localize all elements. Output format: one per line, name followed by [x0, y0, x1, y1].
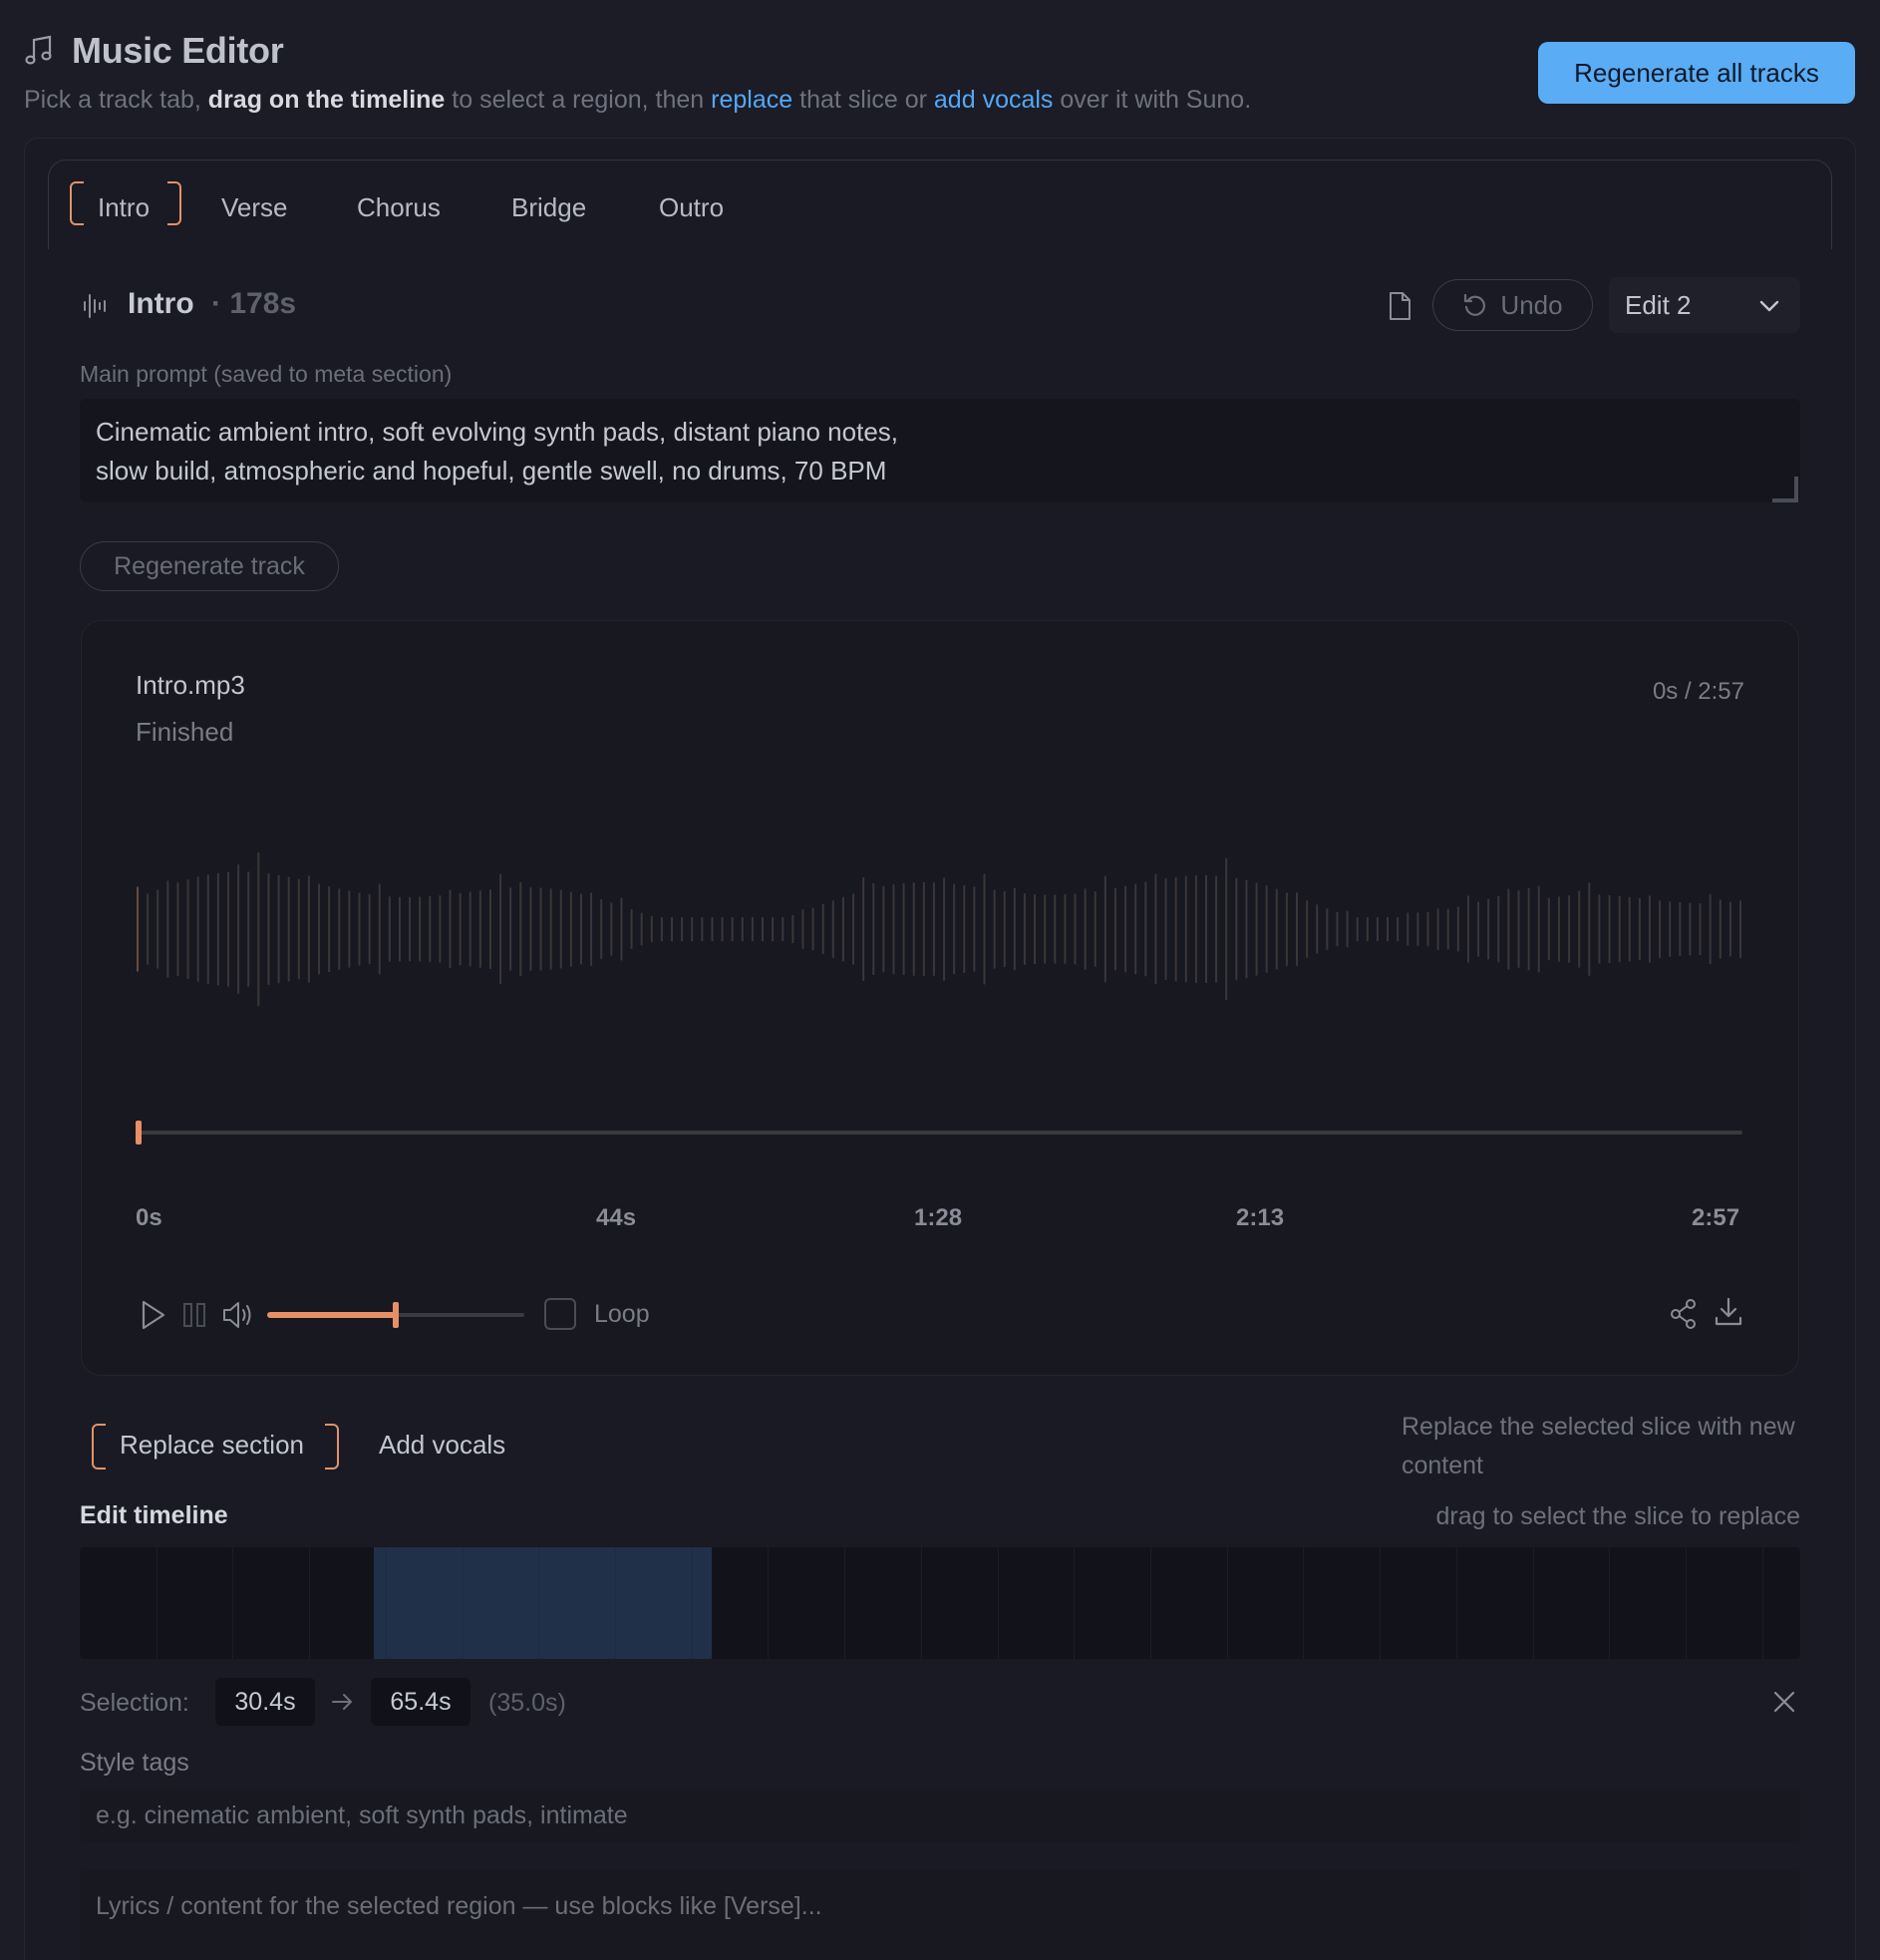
track-duration: · 178s — [211, 287, 297, 320]
time-readout: 0s / 2:57 — [1652, 678, 1744, 705]
regenerate-track-button[interactable]: Regenerate track — [80, 541, 339, 591]
time-tick: 2:57 — [1692, 1204, 1740, 1231]
timeline-gridline — [920, 1547, 922, 1659]
tab-verse[interactable]: Verse — [221, 185, 288, 229]
timeline-gridline — [768, 1547, 770, 1659]
timeline-label: Edit timeline — [80, 1501, 228, 1529]
timeline-hint: drag to select the slice to replace — [1435, 1502, 1800, 1530]
close-icon[interactable] — [1772, 1690, 1796, 1714]
document-icon[interactable] — [1387, 291, 1412, 321]
track-tabs-bar — [48, 160, 1832, 249]
tab-replace-section[interactable]: Replace section — [120, 1430, 304, 1461]
chevron-down-icon — [1759, 300, 1779, 312]
prompt-line: slow build, atmospheric and hopeful, gen… — [96, 456, 887, 486]
edit-version-value: Edit 2 — [1625, 289, 1692, 320]
tab-outro[interactable]: Outro — [659, 185, 724, 229]
timeline-gridline — [1455, 1547, 1457, 1659]
arrow-right-icon — [332, 1694, 352, 1710]
volume-icon[interactable] — [221, 1298, 255, 1332]
edit-timeline[interactable] — [80, 1547, 1800, 1659]
timeline-gridline — [1532, 1547, 1534, 1659]
timeline-gridline — [462, 1547, 464, 1659]
selection-label: Selection: — [80, 1689, 189, 1717]
file-name: Intro.mp3 — [136, 670, 245, 700]
track-title: Intro — [128, 287, 194, 320]
add-vocals-link[interactable]: add vocals — [934, 86, 1054, 114]
style-tags-label: Style tags — [80, 1749, 189, 1777]
timeline-selection[interactable] — [373, 1547, 713, 1659]
selection-end[interactable]: 65.4s — [371, 1678, 470, 1726]
tab-chorus[interactable]: Chorus — [357, 185, 441, 229]
timeline-gridline — [1303, 1547, 1305, 1659]
regenerate-all-button[interactable]: Regenerate all tracks — [1538, 42, 1855, 104]
timeline-gridline — [691, 1547, 693, 1659]
undo-icon — [1464, 293, 1486, 316]
tab-intro[interactable]: Intro — [98, 185, 150, 229]
file-status: Finished — [136, 717, 234, 747]
prompt-line: Cinematic ambient intro, soft evolving s… — [96, 417, 898, 447]
prompt-label: Main prompt (saved to meta section) — [80, 361, 453, 387]
undo-button[interactable]: Undo — [1432, 279, 1593, 331]
undo-label: Undo — [1500, 289, 1563, 320]
seek-bar[interactable] — [136, 1131, 1742, 1135]
playhead[interactable] — [136, 1121, 142, 1144]
timeline-gridline — [844, 1547, 846, 1659]
timeline-gridline — [309, 1547, 311, 1659]
music-note-icon — [25, 35, 52, 65]
timeline-gridline — [538, 1547, 540, 1659]
volume-fill — [267, 1312, 396, 1318]
timeline-gridline — [1685, 1547, 1687, 1659]
page-subtitle: Pick a track tab, drag on the timeline t… — [24, 86, 1252, 114]
share-icon[interactable] — [1669, 1298, 1699, 1330]
selection-start[interactable]: 30.4s — [215, 1678, 315, 1726]
lyrics-textarea[interactable] — [80, 1870, 1800, 1960]
timeline-gridline — [1226, 1547, 1228, 1659]
pause-icon[interactable] — [181, 1300, 207, 1330]
mode-hint: Replace the selected slice with new cont… — [1402, 1413, 1795, 1479]
time-tick: 2:13 — [1236, 1204, 1285, 1231]
style-tags-input[interactable] — [80, 1789, 1800, 1842]
timeline-gridline — [997, 1547, 999, 1659]
loop-label: Loop — [594, 1300, 650, 1328]
volume-knob[interactable] — [393, 1302, 399, 1328]
main-prompt-textarea[interactable]: Cinematic ambient intro, soft evolving s… — [80, 399, 1800, 502]
tab-add-vocals[interactable]: Add vocals — [379, 1430, 505, 1461]
download-icon[interactable] — [1713, 1296, 1744, 1328]
time-tick: 1:28 — [914, 1204, 963, 1231]
timeline-gridline — [1609, 1547, 1611, 1659]
waveform[interactable] — [136, 788, 1742, 1077]
time-tick: 44s — [596, 1204, 637, 1231]
loop-checkbox[interactable] — [544, 1298, 576, 1330]
selection-length: (35.0s) — [488, 1689, 566, 1717]
tab-bridge[interactable]: Bridge — [511, 185, 586, 229]
timeline-gridline — [1761, 1547, 1763, 1659]
timeline-gridline — [1380, 1547, 1382, 1659]
timeline-gridline — [1074, 1547, 1076, 1659]
time-tick: 0s — [136, 1204, 162, 1231]
timeline-gridline — [614, 1547, 616, 1659]
audio-wave-icon — [84, 294, 106, 318]
page-title: Music Editor — [72, 30, 284, 71]
timeline-gridline — [385, 1547, 387, 1659]
play-icon[interactable] — [140, 1298, 167, 1332]
timeline-gridline — [232, 1547, 234, 1659]
replace-link[interactable]: replace — [711, 86, 792, 114]
resize-handle-icon[interactable] — [1770, 475, 1798, 502]
timeline-gridline — [1149, 1547, 1151, 1659]
